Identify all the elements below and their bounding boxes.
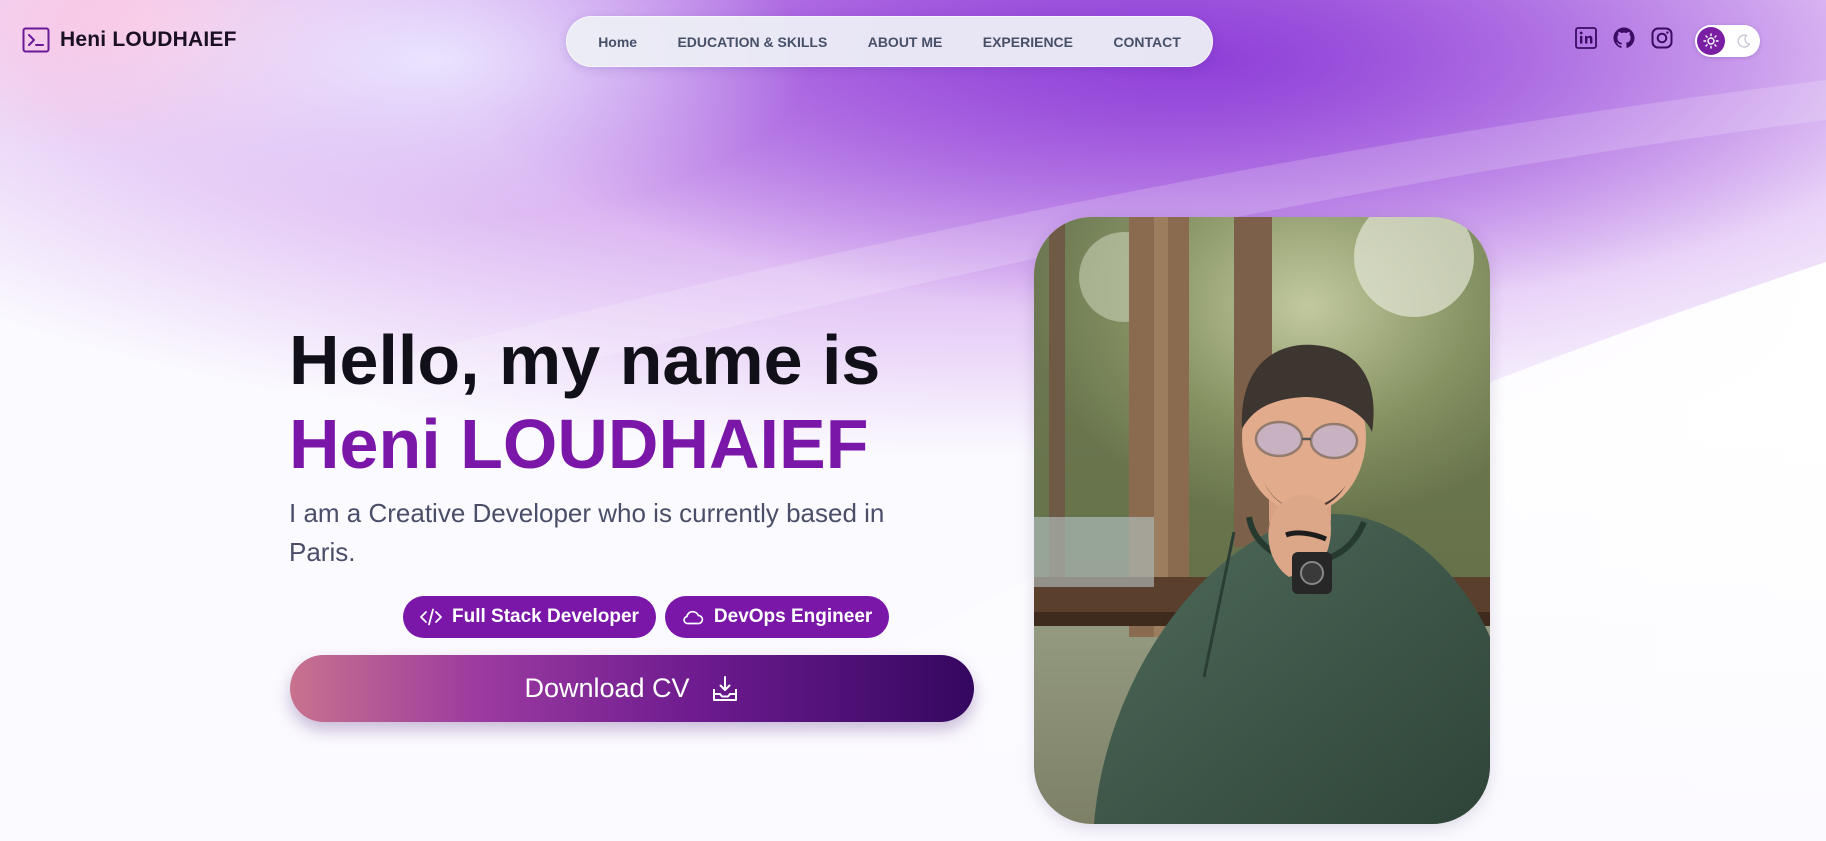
social-links [1574, 26, 1674, 50]
moon-icon [1737, 34, 1751, 48]
hero-greeting: Hello, my name is [289, 321, 881, 399]
profile-photo [1034, 217, 1490, 824]
role-chip-label: Full Stack Developer [452, 606, 639, 627]
cloud-icon [683, 610, 704, 625]
linkedin-icon[interactable] [1574, 26, 1598, 50]
nav-about-me[interactable]: ABOUT ME [868, 34, 943, 50]
nav-home[interactable]: Home [598, 34, 637, 50]
brand-name: Heni LOUDHAIEF [60, 28, 237, 51]
nav-experience[interactable]: EXPERIENCE [983, 34, 1073, 50]
main-nav: Home EDUCATION & SKILLS ABOUT ME EXPERIE… [566, 16, 1213, 67]
nav-education-skills[interactable]: EDUCATION & SKILLS [677, 34, 827, 50]
download-cv-button[interactable]: Download CV [290, 655, 974, 722]
download-icon [712, 675, 737, 701]
download-cv-label: Download CV [524, 673, 690, 703]
hero-description: I am a Creative Developer who is current… [289, 498, 885, 567]
brand-logo[interactable]: Heni LOUDHAIEF [22, 27, 237, 53]
github-icon[interactable] [1612, 26, 1636, 50]
role-chip-fullstack[interactable]: Full Stack Developer [403, 596, 656, 638]
sun-icon [1703, 33, 1719, 49]
hero-name: Heni LOUDHAIEF [289, 405, 869, 483]
theme-toggle-knob [1697, 27, 1725, 55]
terminal-icon [22, 27, 50, 53]
nav-contact[interactable]: CONTACT [1113, 34, 1180, 50]
instagram-icon[interactable] [1650, 26, 1674, 50]
role-chip-label: DevOps Engineer [713, 606, 873, 627]
code-icon [420, 608, 442, 626]
role-chips: Full Stack Developer DevOps Engineer [403, 596, 890, 638]
role-chip-devops[interactable]: DevOps Engineer [664, 596, 890, 638]
theme-toggle[interactable] [1695, 25, 1760, 57]
